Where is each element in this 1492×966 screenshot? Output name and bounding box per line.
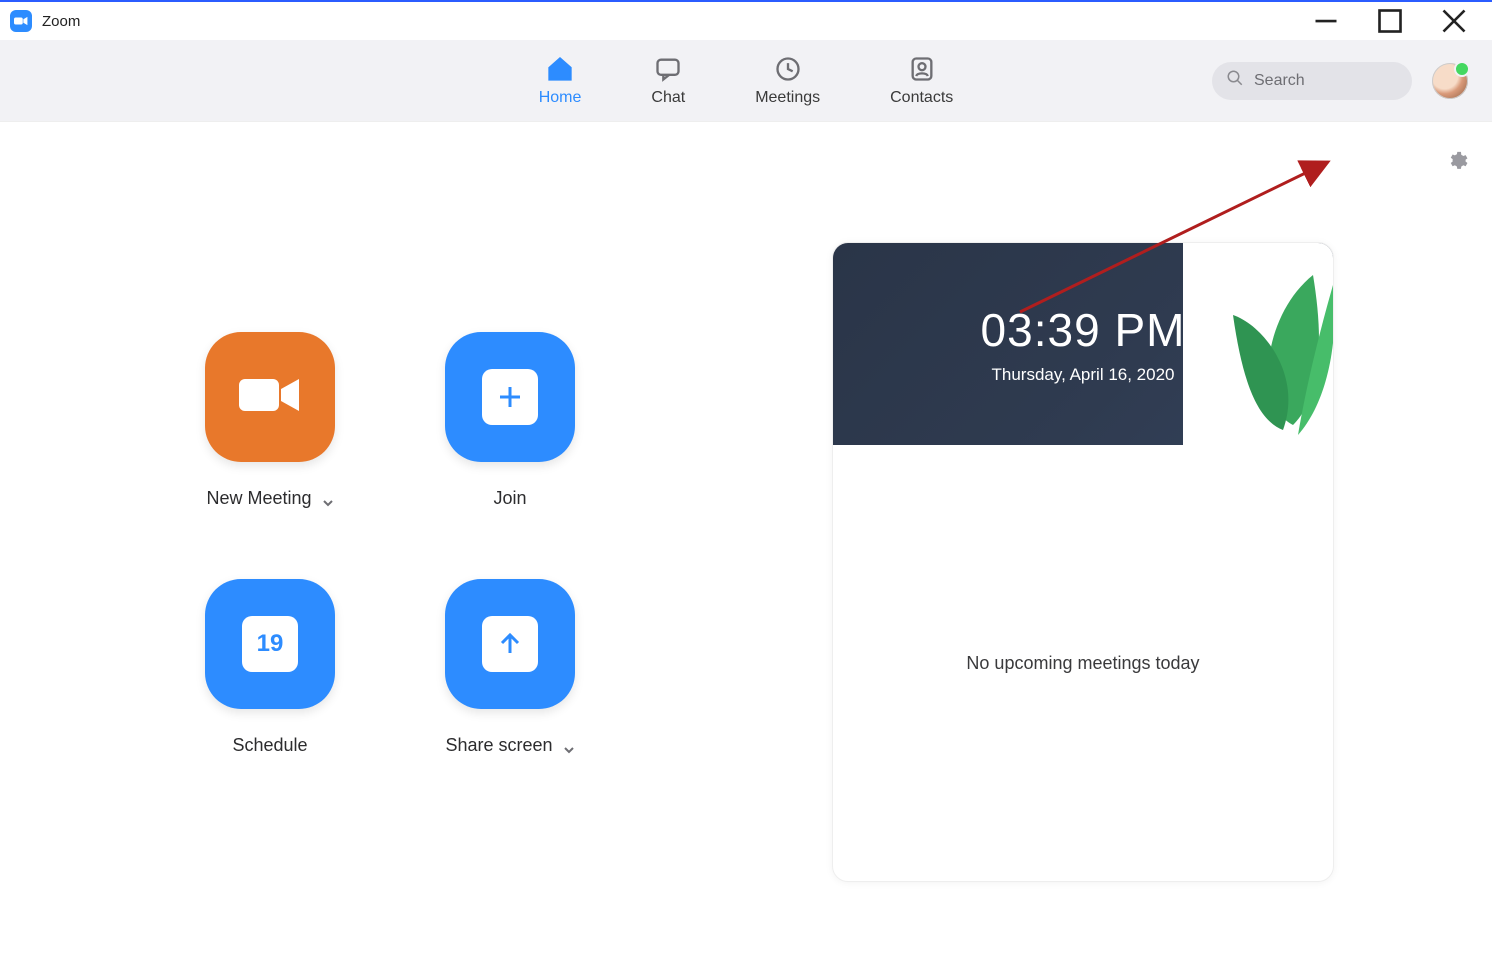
action-label: Share screen [445,735,552,756]
plus-icon [482,369,538,425]
join-label-row: Join [493,488,526,509]
calendar-icon: 19 [242,616,298,672]
join-action: Join [420,332,600,509]
minimize-button[interactable] [1312,7,1340,35]
action-label: Join [493,488,526,509]
tab-meetings[interactable]: Meetings [755,55,820,107]
chevron-down-icon [563,740,575,752]
contacts-icon [908,55,936,83]
new-meeting-button[interactable] [205,332,335,462]
share-screen-label-row[interactable]: Share screen [445,735,574,756]
tab-chat[interactable]: Chat [651,55,685,107]
tab-contacts[interactable]: Contacts [890,55,953,107]
no-meetings-message: No upcoming meetings today [966,653,1199,674]
tab-label: Contacts [890,89,953,107]
user-avatar[interactable] [1432,63,1468,99]
share-screen-button[interactable] [445,579,575,709]
chevron-down-icon [322,493,334,505]
new-meeting-label-row[interactable]: New Meeting [206,488,333,509]
join-button[interactable] [445,332,575,462]
clock-icon [774,55,802,83]
schedule-action: 19 Schedule [180,579,360,756]
search-input[interactable]: Search [1212,62,1412,100]
chat-icon [654,55,682,83]
search-placeholder: Search [1254,72,1305,90]
maximize-button[interactable] [1376,7,1404,35]
action-label: Schedule [232,735,307,756]
nav-bar: Home Chat Meetings Contacts Search [0,40,1492,122]
home-icon [546,55,574,83]
gear-icon [1446,159,1468,176]
content-area: New Meeting Join 19 [0,122,1492,966]
tab-label: Home [539,89,582,107]
schedule-button[interactable]: 19 [205,579,335,709]
share-screen-action: Share screen [420,579,600,756]
close-button[interactable] [1440,7,1468,35]
tab-label: Chat [651,89,685,107]
current-date: Thursday, April 16, 2020 [991,365,1174,385]
zoom-app-icon [10,10,32,32]
arrow-up-icon [482,616,538,672]
tab-home[interactable]: Home [539,55,582,107]
home-action-grid: New Meeting Join 19 [180,332,600,756]
current-time: 03:39 PM [981,303,1186,357]
new-meeting-action: New Meeting [180,332,360,509]
meetings-panel: 03:39 PM Thursday, April 16, 2020 No upc… [832,242,1334,882]
plant-illustration [1163,245,1333,445]
search-icon [1226,69,1244,92]
tab-label: Meetings [755,89,820,107]
window-title: Zoom [42,13,80,30]
panel-hero: 03:39 PM Thursday, April 16, 2020 [833,243,1333,445]
settings-button[interactable] [1446,150,1468,172]
panel-body: No upcoming meetings today [833,445,1333,881]
video-icon [237,373,303,422]
title-bar: Zoom [0,2,1492,40]
action-label: New Meeting [206,488,311,509]
schedule-label-row: Schedule [232,735,307,756]
